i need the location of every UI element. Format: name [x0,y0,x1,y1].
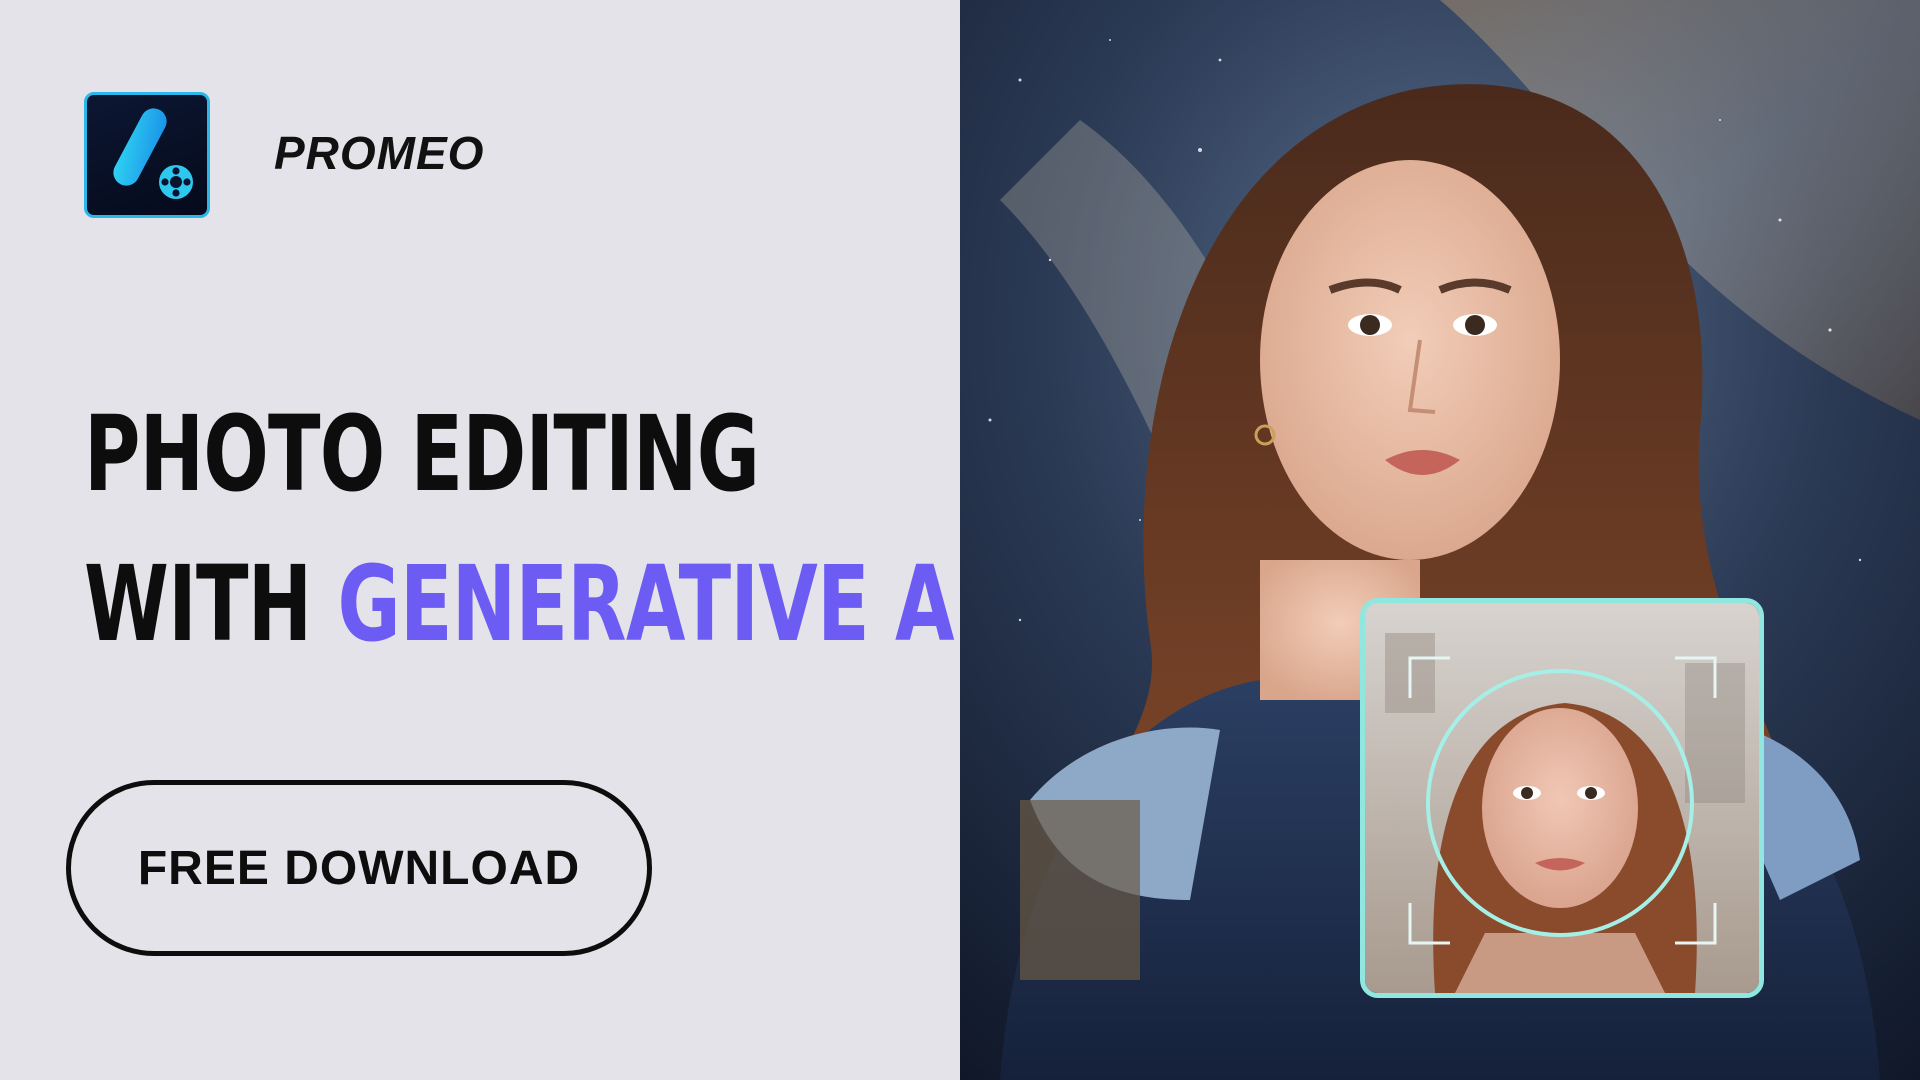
promeo-logo-icon [84,92,210,218]
face-scan-inset [1360,598,1764,998]
headline-prefix: WITH [84,543,338,665]
free-download-label: FREE DOWNLOAD [137,841,581,895]
hero-image [960,0,1920,1080]
headline-line-1: PHOTO EDITING [84,402,760,506]
source-face-photo [1365,603,1759,993]
headline-line-2: WITH GENERATIVE AI [84,552,982,656]
free-download-button[interactable]: FREE DOWNLOAD [66,780,652,956]
brand-name: PROMEO [274,127,485,179]
promo-text-panel: PROMEO PHOTO EDITING WITH GENERATIVE AI … [0,0,982,1080]
headline-text: PHOTO EDITING [84,393,760,515]
headline-accent: GENERATIVE AI [337,543,983,665]
